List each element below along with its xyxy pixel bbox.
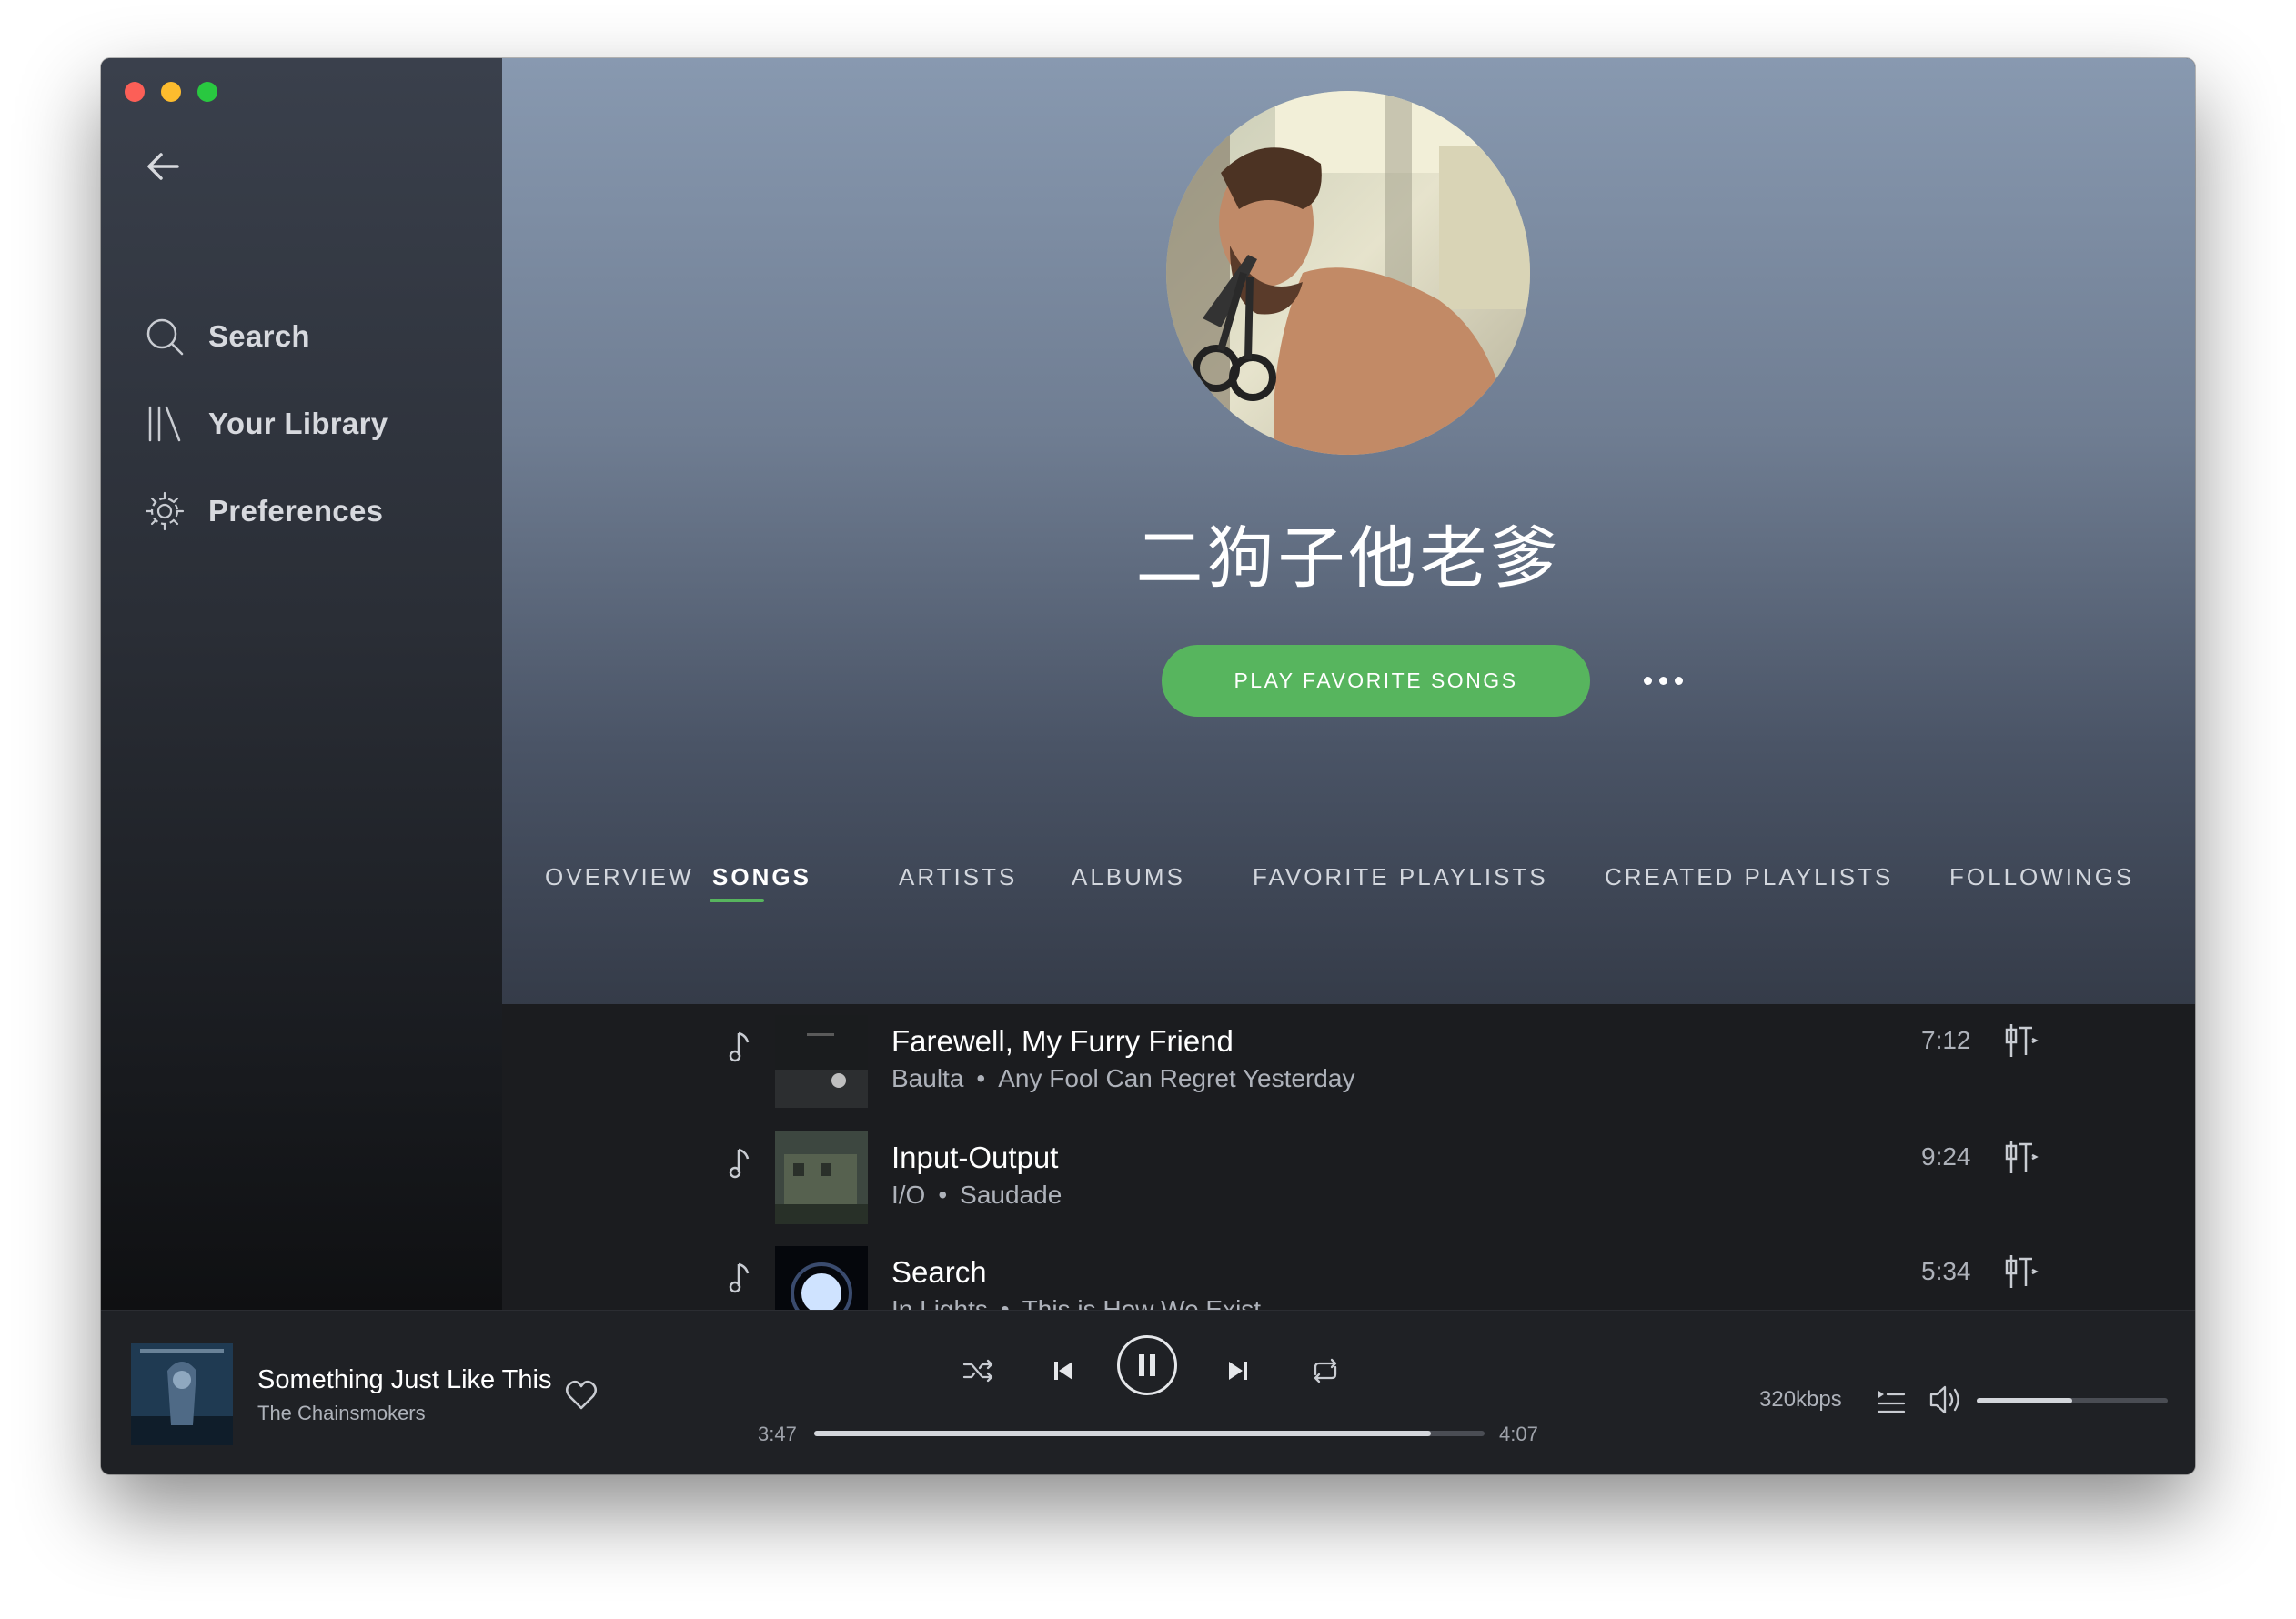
minimize-window-button[interactable] [161, 82, 181, 102]
song-title: Search [891, 1255, 987, 1289]
tab-albums[interactable]: ALBUMS [1072, 863, 1185, 891]
song-row[interactable]: Farewell, My Furry Friend Baulta • Any Foo… [502, 1004, 2195, 1121]
music-note-icon [728, 1144, 753, 1181]
album-cover [775, 1246, 868, 1310]
shuffle-icon[interactable] [956, 1349, 1000, 1393]
song-actions-icon[interactable] [2001, 1252, 2041, 1292]
music-note-icon [728, 1259, 753, 1295]
volume-fill [1977, 1398, 2072, 1403]
arrow-left-icon[interactable] [141, 145, 185, 188]
sidebar-item-preferences[interactable]: Preferences [145, 468, 388, 555]
heart-icon[interactable] [565, 1380, 598, 1411]
song-meta: I/O • Saudade [891, 1181, 1062, 1209]
search-icon [145, 317, 185, 357]
sidebar-item-label: Preferences [208, 494, 384, 528]
window-controls [125, 82, 217, 102]
next-icon[interactable] [1216, 1349, 1260, 1393]
song-album[interactable]: This is How We Exist [1022, 1295, 1261, 1310]
now-playing-cover[interactable] [131, 1343, 233, 1445]
sidebar-item-search[interactable]: Search [145, 293, 388, 380]
song-row[interactable]: Input-Output I/O • Saudade 9:24 [502, 1121, 2195, 1237]
player-bar: Something Just Like This The Chainsmoker… [101, 1310, 2195, 1474]
profile-username: 二狗子他老爹 [1135, 519, 1562, 598]
sidebar-nav: Search Your Library Preferences [145, 293, 388, 555]
album-cover [775, 1131, 868, 1224]
music-note-icon [728, 1028, 753, 1064]
tab-favorite-playlists[interactable]: FAVORITE PLAYLISTS [1253, 863, 1548, 891]
song-meta: In Lights • This is How We Exist [891, 1295, 1261, 1310]
now-playing-artist[interactable]: The Chainsmokers [257, 1402, 426, 1425]
song-actions-icon[interactable] [2001, 1021, 2041, 1061]
app-window: Search Your Library Preferences 二狗子他老爹 P… [101, 58, 2195, 1474]
volume-icon[interactable] [1928, 1383, 1964, 1416]
song-artist[interactable]: In Lights [891, 1295, 988, 1310]
song-album[interactable]: Any Fool Can Regret Yesterday [998, 1064, 1354, 1092]
profile-avatar [1166, 91, 1530, 455]
queue-icon[interactable] [1875, 1385, 1908, 1416]
pause-icon[interactable] [1117, 1335, 1177, 1395]
gear-icon [145, 491, 185, 531]
now-playing-title[interactable]: Something Just Like This [257, 1365, 551, 1395]
active-tab-indicator [710, 899, 764, 902]
song-list: Farewell, My Furry Friend Baulta • Any Foo… [502, 1004, 2195, 1310]
progress-fill [814, 1431, 1432, 1436]
song-actions-icon[interactable] [2001, 1137, 2041, 1177]
song-row[interactable]: Search In Lights • This is How We Exist 5:… [502, 1235, 2195, 1310]
album-cover [775, 1015, 868, 1108]
tab-songs[interactable]: SONGS [712, 863, 811, 891]
song-album[interactable]: Saudade [960, 1181, 1062, 1209]
sidebar-item-library[interactable]: Your Library [145, 380, 388, 468]
sidebar-item-label: Search [208, 319, 310, 353]
play-favorite-songs-button[interactable]: PLAY FAVORITE SONGS [1162, 645, 1590, 717]
profile-tabs: OVERVIEW SONGS ARTISTS ALBUMS FAVORITE P… [502, 863, 2195, 918]
tab-overview[interactable]: OVERVIEW [545, 863, 694, 891]
library-icon [145, 404, 185, 444]
zoom-window-button[interactable] [197, 82, 217, 102]
song-artist[interactable]: Baulta [891, 1064, 963, 1092]
bitrate-selector[interactable]: 320kbps [1759, 1387, 1842, 1413]
profile-main: 二狗子他老爹 PLAY FAVORITE SONGS OVERVIEW SONG… [502, 58, 2195, 1310]
song-title: Farewell, My Furry Friend [891, 1024, 1234, 1058]
total-time: 4:07 [1499, 1423, 1538, 1445]
volume-slider[interactable] [1977, 1398, 2168, 1403]
song-meta: Baulta • Any Fool Can Regret Yesterday [891, 1064, 1355, 1092]
song-artist[interactable]: I/O [891, 1181, 925, 1209]
ellipsis-icon[interactable] [1636, 662, 1690, 699]
current-time: 3:47 [758, 1423, 797, 1445]
tab-artists[interactable]: ARTISTS [899, 863, 1017, 891]
song-duration: 5:34 [1921, 1257, 1971, 1285]
sidebar: Search Your Library Preferences [101, 58, 502, 1310]
sidebar-item-label: Your Library [208, 407, 388, 440]
song-duration: 9:24 [1921, 1142, 1971, 1171]
tab-created-playlists[interactable]: CREATED PLAYLISTS [1605, 863, 1893, 891]
progress-bar[interactable] [814, 1431, 1485, 1436]
repeat-icon[interactable] [1304, 1349, 1347, 1393]
song-title: Input-Output [891, 1141, 1059, 1174]
song-duration: 7:12 [1921, 1026, 1971, 1054]
tab-followings[interactable]: FOLLOWINGS [1949, 863, 2134, 891]
previous-icon[interactable] [1042, 1349, 1085, 1393]
close-window-button[interactable] [125, 82, 145, 102]
